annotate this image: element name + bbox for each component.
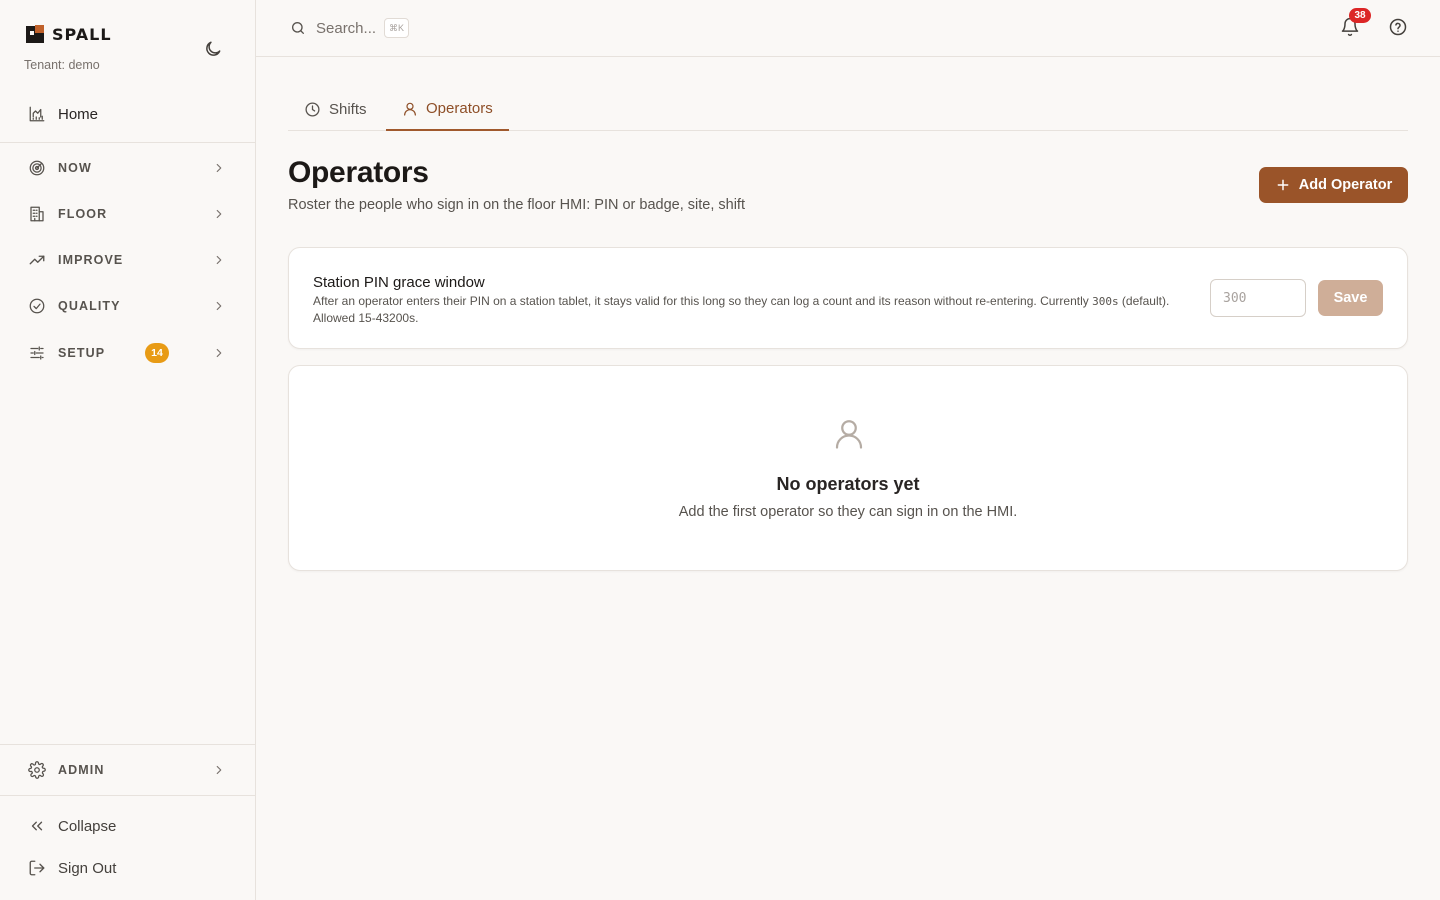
pin-grace-card: Station PIN grace window After an operat…	[288, 247, 1408, 349]
sidebar-group-label: ADMIN	[58, 763, 105, 777]
collapse-label: Collapse	[58, 817, 117, 835]
radar-icon	[29, 160, 45, 176]
user-icon	[835, 420, 863, 449]
notification-count-badge: 38	[1349, 8, 1371, 23]
collapse-sidebar-button[interactable]: Collapse	[16, 806, 240, 846]
sidebar-group-setup[interactable]: SETUP 14	[16, 333, 240, 373]
tab-shifts[interactable]: Shifts	[288, 88, 383, 131]
search-shortcut-hint: ⌘K	[384, 18, 410, 38]
chevron-right-icon	[216, 209, 222, 219]
sidebar-group-improve[interactable]: IMPROVE	[16, 240, 240, 280]
sidebar-group-quality[interactable]: QUALITY	[16, 286, 240, 326]
add-operator-button[interactable]: Add Operator	[1259, 167, 1408, 203]
divider	[0, 795, 255, 796]
tab-label: Shifts	[329, 101, 367, 118]
chevron-right-icon	[216, 255, 222, 265]
clock-icon	[305, 102, 320, 117]
page-title: Operators	[288, 156, 429, 189]
sidebar-group-admin[interactable]: ADMIN	[16, 750, 240, 790]
setup-count-badge: 14	[145, 343, 169, 363]
tab-label: Operators	[426, 100, 493, 117]
pin-grace-current-value: 300s	[1092, 295, 1119, 308]
trend-up-icon	[29, 255, 45, 265]
plus-icon	[1277, 179, 1289, 191]
chevron-right-icon	[216, 348, 222, 358]
user-icon	[404, 102, 416, 116]
chart-icon	[29, 106, 45, 122]
search-icon	[292, 22, 304, 34]
search-placeholder: Search...	[316, 19, 377, 37]
divider	[0, 142, 255, 143]
logout-icon	[29, 860, 45, 876]
chevron-right-icon	[216, 765, 222, 775]
sidebar: SPALL Tenant: demo Home NOW FLOOR IMPROV…	[0, 0, 256, 900]
brand-name: SPALL	[52, 24, 112, 44]
building-icon	[30, 206, 44, 222]
add-operator-label: Add Operator	[1298, 177, 1393, 193]
sign-out-button[interactable]: Sign Out	[16, 848, 240, 888]
sidebar-group-label: IMPROVE	[58, 253, 124, 267]
tenant-label: Tenant: demo	[24, 58, 100, 72]
theme-toggle-button[interactable]	[203, 39, 223, 59]
logo-mark-icon	[26, 25, 44, 43]
sidebar-group-floor[interactable]: FLOOR	[16, 194, 240, 234]
page-subtitle: Roster the people who sign in on the flo…	[288, 197, 745, 213]
save-button[interactable]: Save	[1318, 280, 1383, 316]
divider	[0, 744, 255, 745]
moon-icon	[206, 41, 221, 56]
sign-out-label: Sign Out	[58, 859, 117, 877]
operators-empty-state: No operators yet Add the first operator …	[288, 365, 1408, 571]
sidebar-group-label: FLOOR	[58, 207, 108, 221]
help-button[interactable]	[1388, 17, 1408, 37]
sliders-icon	[30, 346, 44, 360]
sidebar-group-label: QUALITY	[58, 299, 121, 313]
sidebar-item-label: Home	[58, 105, 99, 123]
empty-state-title: No operators yet	[776, 474, 920, 494]
top-bar: Search... ⌘K 38	[256, 0, 1440, 57]
check-circle-icon	[29, 298, 45, 314]
pin-grace-description: After an operator enters their PIN on a …	[313, 293, 1193, 326]
help-circle-icon	[1389, 18, 1407, 36]
pin-grace-title: Station PIN grace window	[313, 274, 485, 291]
gear-icon	[28, 761, 46, 779]
sidebar-group-label: SETUP	[58, 346, 106, 360]
brand-logo[interactable]: SPALL	[24, 22, 112, 46]
empty-state-text: Add the first operator so they can sign …	[678, 504, 1018, 520]
search-input[interactable]: Search... ⌘K	[290, 17, 410, 39]
sidebar-group-now[interactable]: NOW	[16, 148, 240, 188]
sidebar-group-label: NOW	[58, 161, 92, 175]
pin-grace-desc-before: After an operator enters their PIN on a …	[313, 294, 1093, 308]
sidebar-item-home[interactable]: Home	[16, 94, 240, 134]
pin-grace-seconds-input[interactable]	[1210, 279, 1306, 317]
chevron-right-icon	[216, 301, 222, 311]
chevron-right-icon	[216, 163, 222, 173]
double-chevron-left-icon	[31, 821, 43, 831]
tab-operators[interactable]: Operators	[386, 88, 509, 131]
tab-bar: Shifts Operators	[288, 88, 1408, 131]
